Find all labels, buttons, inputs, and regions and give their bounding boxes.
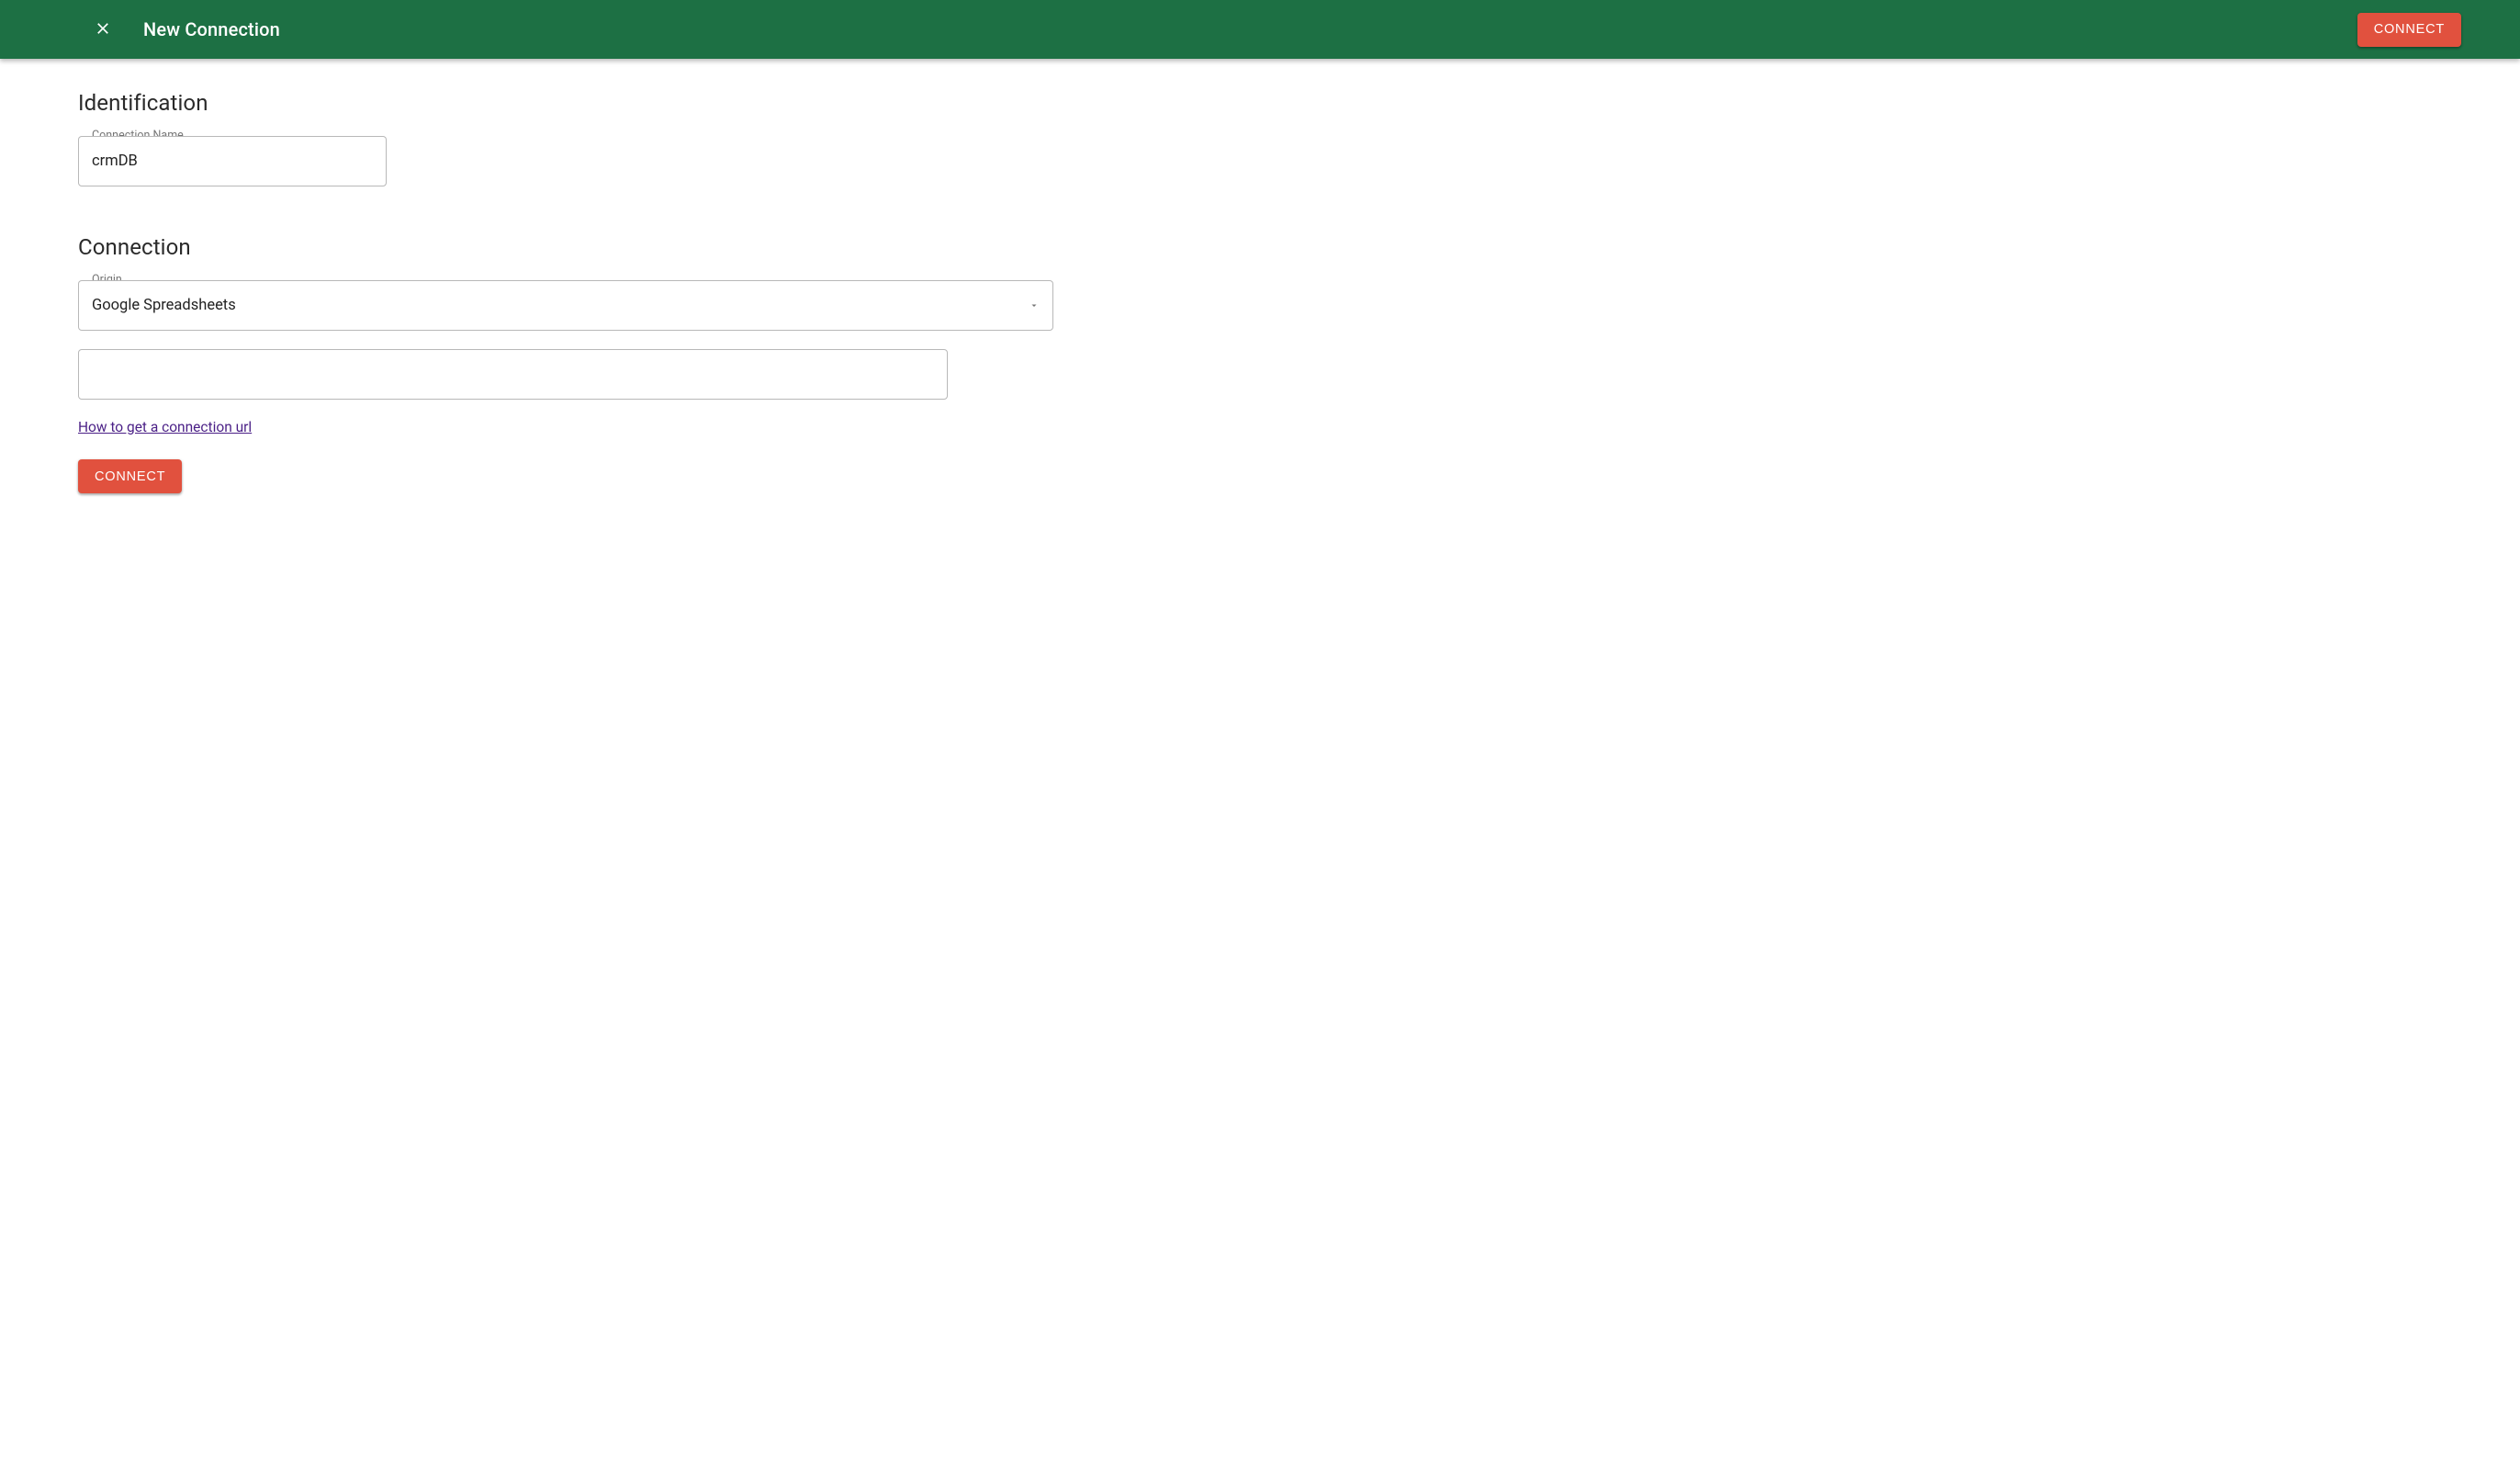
section-identification: Identification Connection Name xyxy=(78,90,1286,186)
page-content: Identification Connection Name Connectio… xyxy=(0,59,1286,530)
connection-name-input[interactable] xyxy=(79,137,386,186)
connection-name-outline xyxy=(78,136,387,186)
connection-heading: Connection xyxy=(78,234,1286,260)
close-button[interactable] xyxy=(86,12,119,48)
identification-heading: Identification xyxy=(78,90,1286,116)
close-icon xyxy=(94,19,112,40)
connect-button-form[interactable]: CONNECT xyxy=(78,459,182,493)
page-title: New Connection xyxy=(143,18,280,40)
origin-field: Origin Google Spreadsheets xyxy=(78,280,1053,331)
connection-url-outline xyxy=(78,349,948,400)
form-connect-wrap: CONNECT xyxy=(78,459,1286,493)
app-bar: New Connection CONNECT xyxy=(0,0,2520,59)
origin-select-value: Google Spreadsheets xyxy=(79,281,1052,330)
connection-url-input[interactable] xyxy=(79,350,947,399)
origin-select[interactable]: Google Spreadsheets xyxy=(78,280,1053,331)
section-connection: Connection Origin Google Spreadsheets Co… xyxy=(78,234,1286,493)
connection-url-field: Connection URL xyxy=(78,349,948,400)
close-button-wrap xyxy=(81,12,125,48)
connect-button-header[interactable]: CONNECT xyxy=(2357,13,2461,47)
connection-name-field: Connection Name xyxy=(78,136,387,186)
help-link-connection-url[interactable]: How to get a connection url xyxy=(78,419,252,435)
